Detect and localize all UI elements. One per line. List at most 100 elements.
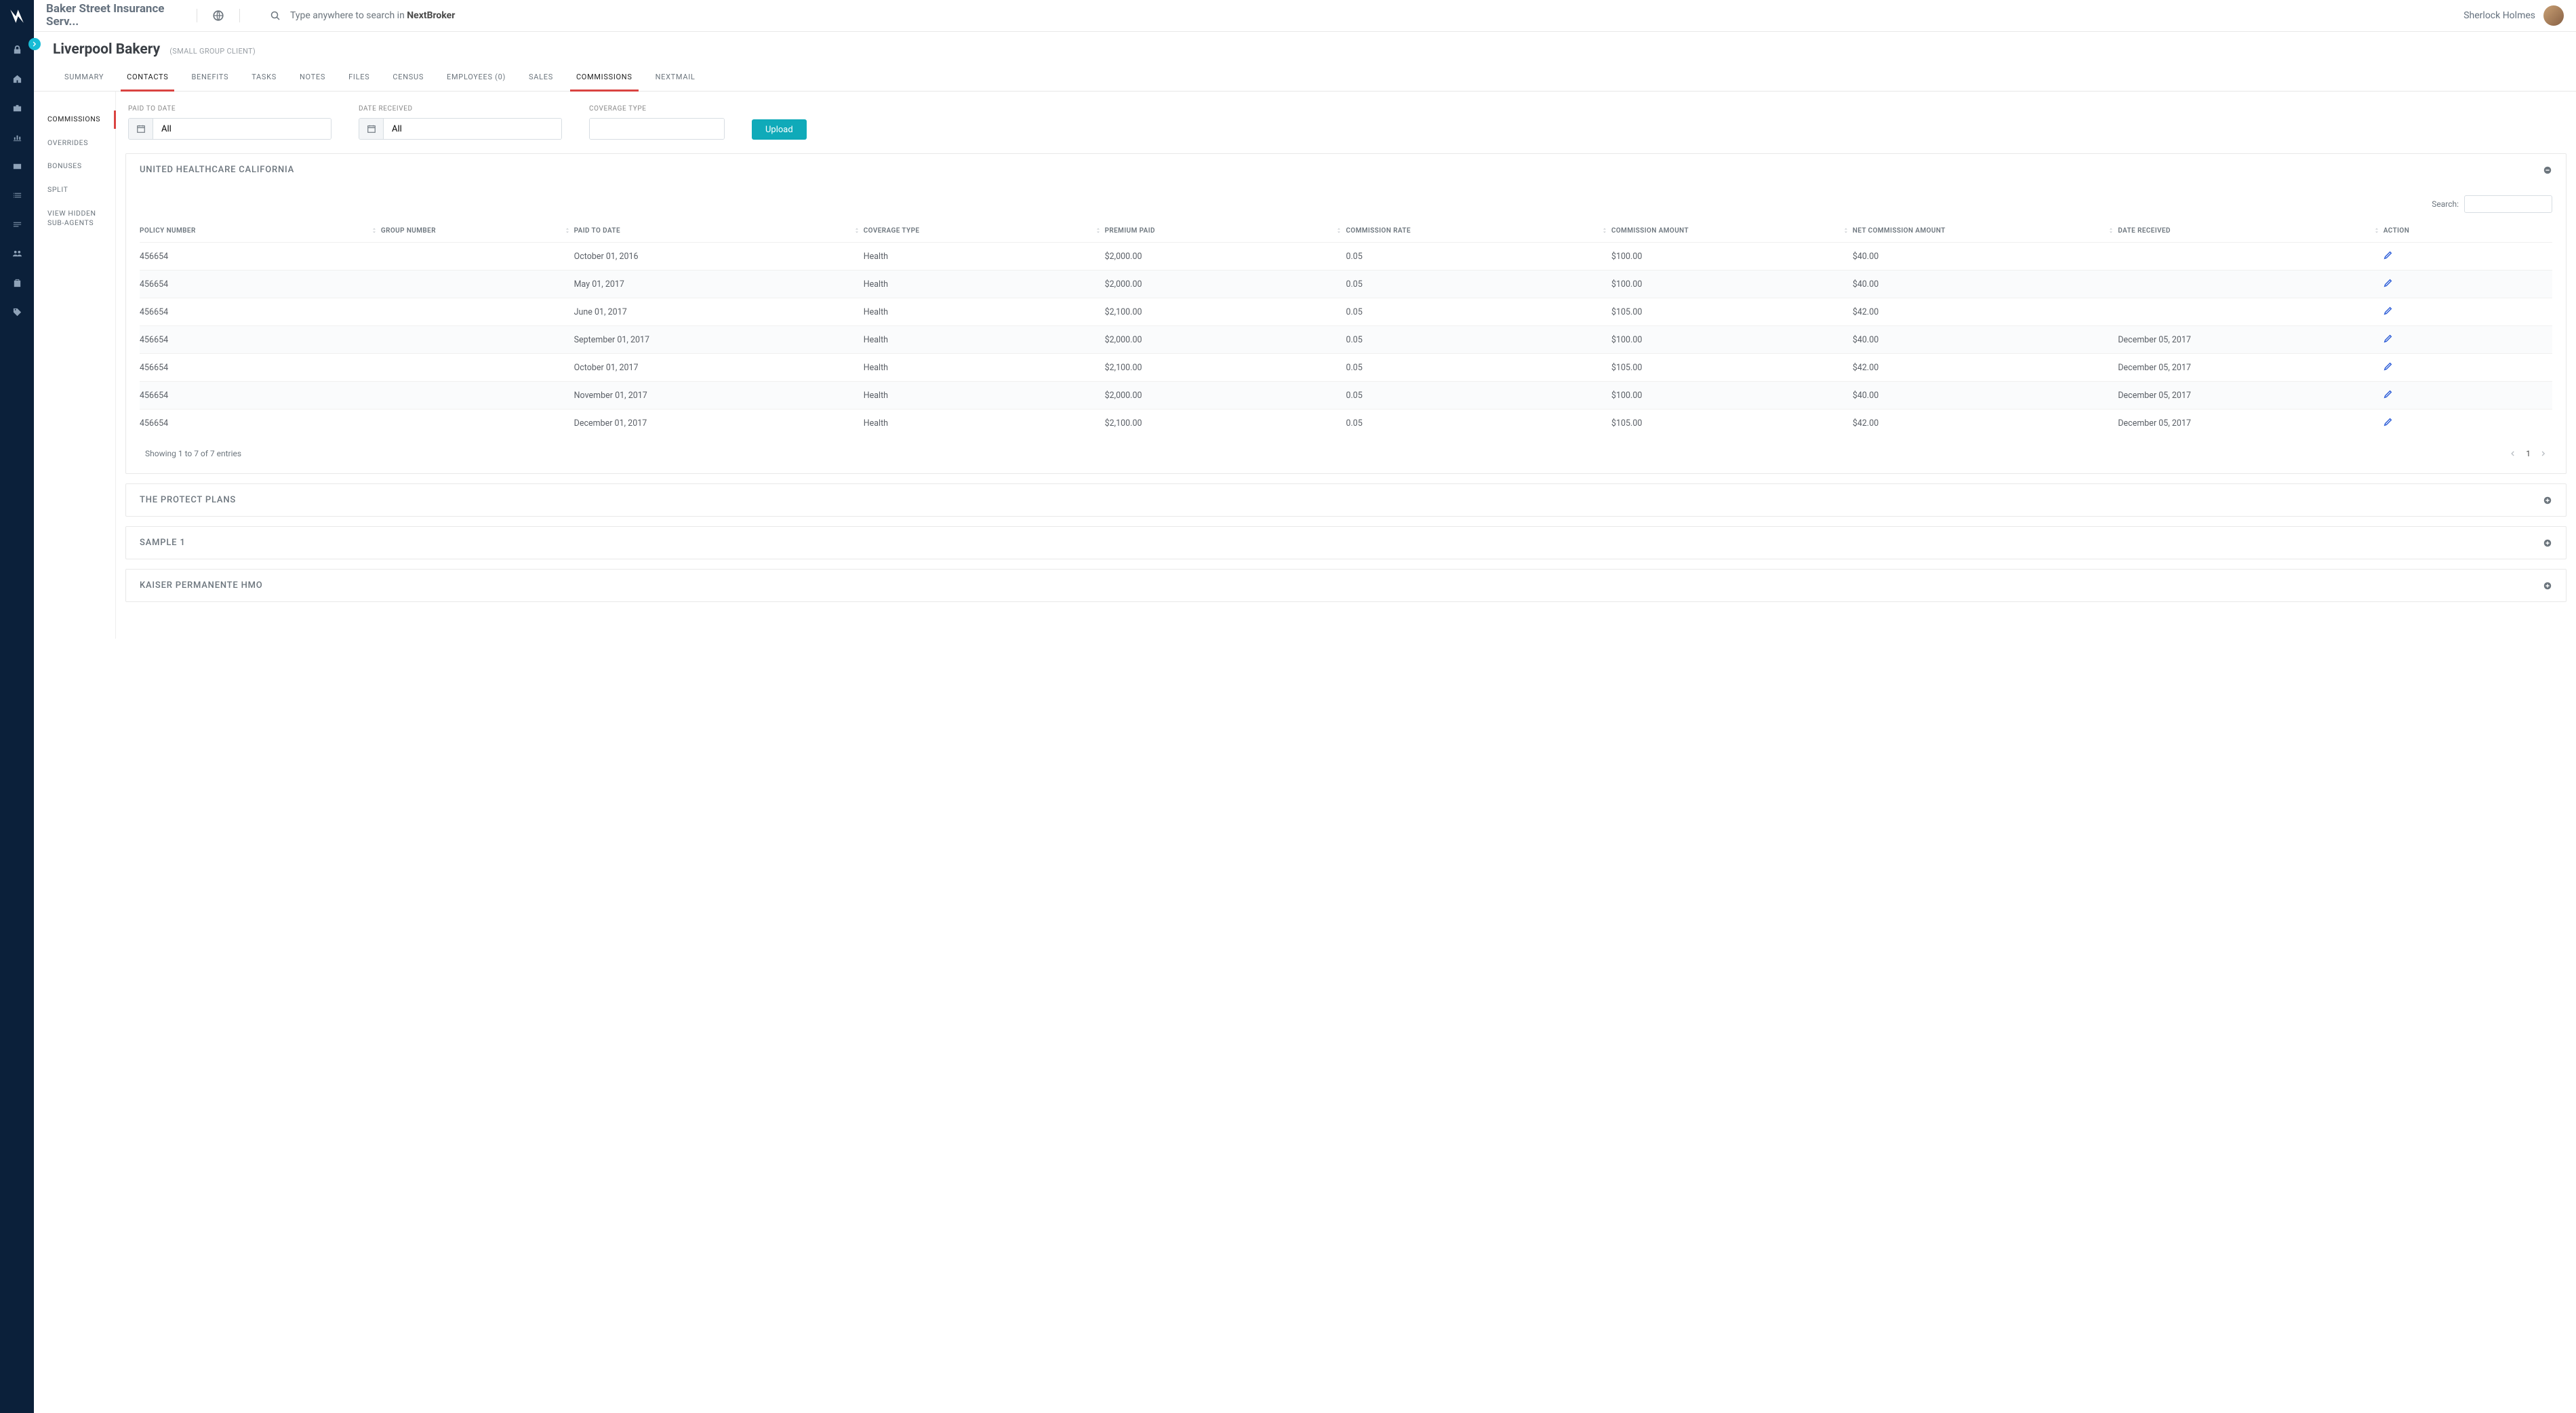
rail-lines-icon[interactable]	[0, 210, 34, 239]
cell-commission: $100.00	[1611, 243, 1853, 271]
commission-sidemenu: COMMISSIONSOVERRIDESBONUSESSPLITVIEW HID…	[34, 92, 115, 639]
sidemenu-overrides[interactable]: OVERRIDES	[47, 132, 115, 155]
chart-icon	[12, 132, 22, 142]
app-logo[interactable]	[7, 7, 26, 26]
rail-briefcase-icon[interactable]	[0, 94, 34, 123]
edit-icon[interactable]	[2383, 334, 2393, 343]
table-row: 456654September 01, 2017Health$2,000.000…	[140, 326, 2552, 354]
rail-envelope-icon[interactable]	[0, 152, 34, 181]
cell-received: December 05, 2017	[2118, 410, 2383, 437]
cell-commission: $105.00	[1611, 354, 1853, 382]
col-commission-amount[interactable]: COMMISSION AMOUNT	[1611, 220, 1853, 243]
rail-lock-icon[interactable]	[0, 35, 34, 64]
cell-coverage: Health	[864, 354, 1105, 382]
main-content: PAID TO DATE DATE RECEIVED COVERAGE TYPE	[115, 92, 2576, 639]
expand-rail-button[interactable]	[28, 38, 41, 50]
col-net-commission-amount[interactable]: NET COMMISSION AMOUNT	[1853, 220, 2118, 243]
panel-header[interactable]: THE PROTECT PLANS	[126, 484, 2566, 516]
avatar[interactable]	[2543, 5, 2564, 26]
edit-icon[interactable]	[2383, 361, 2393, 371]
col-action[interactable]: ACTION	[2383, 220, 2552, 243]
table-info: Showing 1 to 7 of 7 entries	[145, 449, 241, 458]
tabs: SUMMARYCONTACTSBENEFITSTASKSNOTESFILESCE…	[34, 64, 2576, 92]
sort-icon	[1843, 226, 1849, 235]
sidemenu-commissions[interactable]: COMMISSIONS	[47, 108, 115, 132]
table-row: 456654May 01, 2017Health$2,000.000.05$10…	[140, 271, 2552, 298]
col-policy-number[interactable]: POLICY NUMBER	[140, 220, 381, 243]
tab-census[interactable]: CENSUS	[381, 64, 435, 91]
globe-icon[interactable]	[212, 9, 224, 22]
rail-chart-icon[interactable]	[0, 123, 34, 152]
panel-header[interactable]: KAISER PERMANENTE HMO	[126, 570, 2566, 601]
tab-nextmail[interactable]: NEXTMAIL	[644, 64, 707, 91]
upload-button[interactable]: Upload	[752, 119, 807, 140]
coverage-type-input-group[interactable]	[589, 118, 725, 140]
panel-header[interactable]: SAMPLE 1	[126, 527, 2566, 559]
paid-to-date-input[interactable]	[153, 119, 331, 139]
user-menu[interactable]: Sherlock Holmes	[2463, 5, 2564, 26]
date-received-input-group[interactable]	[359, 118, 562, 140]
rail-list-icon[interactable]	[0, 181, 34, 210]
cell-paid-date: October 01, 2017	[574, 354, 864, 382]
sidemenu-split[interactable]: SPLIT	[47, 178, 115, 202]
edit-icon[interactable]	[2383, 278, 2393, 287]
tab-notes[interactable]: NOTES	[288, 64, 337, 91]
tab-contacts[interactable]: CONTACTS	[115, 64, 180, 91]
cell-net: $40.00	[1853, 243, 2118, 271]
col-coverage-type[interactable]: COVERAGE TYPE	[864, 220, 1105, 243]
search-placeholder: Type anywhere to search in NextBroker	[290, 10, 455, 21]
cell-premium: $2,000.00	[1105, 243, 1346, 271]
cell-group	[381, 243, 574, 271]
rail-home-icon[interactable]	[0, 64, 34, 94]
tab-sales[interactable]: SALES	[517, 64, 565, 91]
cell-commission: $105.00	[1611, 410, 1853, 437]
sidemenu-bonuses[interactable]: BONUSES	[47, 155, 115, 178]
cell-received: December 05, 2017	[2118, 326, 2383, 354]
col-group-number[interactable]: GROUP NUMBER	[381, 220, 574, 243]
briefcase-icon	[12, 103, 22, 113]
tab-commissions[interactable]: COMMISSIONS	[565, 64, 644, 91]
cell-policy: 456654	[140, 298, 381, 326]
edit-icon[interactable]	[2383, 306, 2393, 315]
cell-action	[2383, 382, 2552, 410]
rail-tag-icon[interactable]	[0, 298, 34, 327]
panel-title: THE PROTECT PLANS	[140, 495, 236, 505]
edit-icon[interactable]	[2383, 250, 2393, 260]
cell-rate: 0.05	[1346, 382, 1611, 410]
col-paid-to-date[interactable]: PAID TO DATE	[574, 220, 864, 243]
sidemenu-view-hidden-sub-agents[interactable]: VIEW HIDDEN SUB-AGENTS	[47, 202, 115, 235]
cell-policy: 456654	[140, 410, 381, 437]
panel-the-protect-plans: THE PROTECT PLANS	[125, 483, 2567, 517]
current-page: 1	[2526, 449, 2531, 458]
table-search-input[interactable]	[2464, 195, 2552, 213]
prev-page-button[interactable]	[2510, 450, 2516, 457]
expand-icon	[2543, 538, 2552, 548]
edit-icon[interactable]	[2383, 389, 2393, 399]
tab-employees-0-[interactable]: EMPLOYEES (0)	[435, 64, 517, 91]
cell-policy: 456654	[140, 354, 381, 382]
rail-clipboard-icon[interactable]	[0, 268, 34, 298]
rail-users-icon[interactable]	[0, 239, 34, 268]
tab-files[interactable]: FILES	[337, 64, 381, 91]
cell-net: $42.00	[1853, 354, 2118, 382]
home-icon	[12, 74, 22, 84]
col-commission-rate[interactable]: COMMISSION RATE	[1346, 220, 1611, 243]
col-premium-paid[interactable]: PREMIUM PAID	[1105, 220, 1346, 243]
paid-to-date-input-group[interactable]	[128, 118, 331, 140]
cell-received	[2118, 298, 2383, 326]
coverage-type-input[interactable]	[590, 119, 724, 139]
next-page-button[interactable]	[2540, 450, 2547, 457]
search-area[interactable]: Type anywhere to search in NextBroker	[270, 10, 2463, 21]
tab-benefits[interactable]: BENEFITS	[180, 64, 240, 91]
panel-header[interactable]: UNITED HEALTHCARE CALIFORNIA	[126, 154, 2566, 186]
lines-icon	[12, 220, 22, 230]
tab-tasks[interactable]: TASKS	[240, 64, 288, 91]
col-date-received[interactable]: DATE RECEIVED	[2118, 220, 2383, 243]
date-received-input[interactable]	[384, 119, 561, 139]
clipboard-icon	[12, 278, 22, 288]
tab-summary[interactable]: SUMMARY	[53, 64, 115, 91]
cell-rate: 0.05	[1346, 298, 1611, 326]
edit-icon[interactable]	[2383, 417, 2393, 426]
divider	[239, 9, 240, 22]
cell-action	[2383, 298, 2552, 326]
